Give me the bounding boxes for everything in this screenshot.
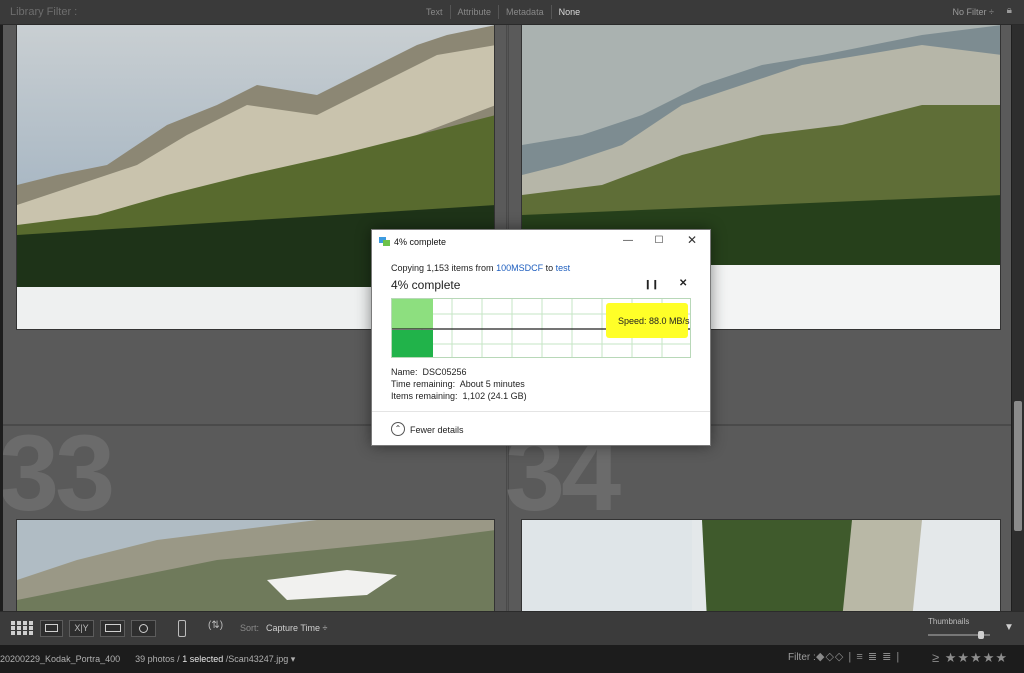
selected-count: 1 selected [182, 654, 224, 664]
people-view-button[interactable] [131, 620, 156, 637]
library-filter-title: Library Filter : [10, 6, 78, 18]
filter-preset-dropdown[interactable]: No Filter ÷ [953, 7, 994, 17]
items-remaining-value: 1,102 (24.1 GB) [462, 391, 527, 401]
spray-can-icon[interactable] [178, 620, 186, 637]
photo-thumbnail[interactable] [521, 519, 1001, 611]
grid-scrollbar[interactable] [1012, 25, 1024, 611]
to-text: to [545, 263, 554, 273]
photo-count: 39 photos / [135, 654, 180, 664]
sort-label: Sort: [240, 623, 260, 633]
destination-folder-link[interactable]: test [556, 263, 571, 273]
status-bar: 20200229_Kodak_Portra_400 39 photos / 1 … [0, 645, 1024, 673]
sort-direction-icon[interactable]: (⇅) [208, 620, 223, 631]
filter-tab-metadata[interactable]: Metadata [499, 5, 552, 19]
library-filter-bar: Library Filter : Text Attribute Metadata… [0, 0, 1024, 25]
photo-thumbnail[interactable] [16, 519, 495, 611]
cancel-copy-button[interactable]: ✕ [679, 278, 687, 289]
items-remaining-label: Items remaining: [391, 391, 458, 401]
flag-filter-icons[interactable]: ◆◇◇ | ≡ ≣ ≣ | [816, 650, 900, 663]
rating-comparator[interactable]: ≥ [932, 650, 940, 665]
lock-icon[interactable]: 🔒︎ [1007, 5, 1012, 16]
thumbnail-size-slider[interactable] [928, 631, 990, 639]
grid-view-icon[interactable] [11, 621, 33, 636]
filter-tabs: Text Attribute Metadata None [419, 5, 587, 19]
survey-view-icon [104, 624, 121, 632]
time-remaining-row: Time remaining: About 5 minutes [391, 379, 525, 389]
maximize-button[interactable]: ☐ [652, 235, 666, 246]
dialog-title: 4% complete [394, 237, 447, 247]
survey-view-button[interactable] [100, 620, 125, 637]
filter-tab-attribute[interactable]: Attribute [451, 5, 500, 19]
copy-progress-dialog: 4% complete — ☐ ✕ Copying 1,153 items fr… [371, 229, 711, 446]
thumbnails-label: Thumbnails [928, 617, 970, 626]
file-name-value: DSC05256 [422, 367, 467, 377]
filter-tab-text[interactable]: Text [419, 5, 451, 19]
close-button[interactable]: ✕ [685, 233, 699, 247]
file-name-row: Name: DSC05256 [391, 367, 467, 377]
slider-knob[interactable] [978, 631, 984, 639]
items-remaining-row: Items remaining: 1,102 (24.1 GB) [391, 391, 527, 401]
copy-summary: Copying 1,153 items from 100MSDCF to tes… [391, 263, 570, 273]
copy-folder-icon [379, 237, 390, 246]
time-remaining-label: Time remaining: [391, 379, 456, 389]
folder-name[interactable]: 20200229_Kodak_Portra_400 [0, 654, 120, 664]
percent-complete: 4% complete [391, 278, 461, 292]
rating-filter-stars[interactable]: ≥ ★★★★★ [932, 650, 1008, 666]
filter-label: Filter : [788, 652, 816, 663]
compare-view-button[interactable]: X|Y [69, 620, 94, 637]
time-remaining-value: About 5 minutes [459, 379, 525, 389]
grid-cell[interactable]: 34 [505, 412, 1011, 611]
fewer-details-button[interactable]: Fewer details [410, 425, 464, 435]
toolbar-menu-chevron-icon[interactable]: ▼ [1004, 622, 1014, 633]
sort-dropdown[interactable]: Capture Time ÷ [266, 623, 327, 633]
progress-fill-bottom [392, 330, 433, 357]
filter-tab-none[interactable]: None [552, 5, 588, 19]
face-icon [139, 624, 148, 633]
source-folder-link[interactable]: 100MSDCF [496, 263, 543, 273]
loupe-view-icon [45, 624, 58, 632]
cell-number: 33 [3, 412, 115, 533]
pause-button[interactable]: ❙❙ [644, 279, 659, 290]
scrollbar-thumb[interactable] [1014, 401, 1022, 531]
minimize-button[interactable]: — [621, 235, 635, 246]
breadcrumb[interactable]: 20200229_Kodak_Portra_400 39 photos / 1 … [0, 654, 295, 665]
dialog-divider [372, 411, 710, 412]
dialog-titlebar[interactable]: 4% complete — ☐ ✕ [372, 230, 710, 254]
selected-file[interactable]: /Scan43247.jpg ▾ [226, 654, 296, 664]
grid-cell[interactable]: 33 [3, 412, 507, 611]
copy-summary-text: Copying 1,153 items from [391, 263, 494, 273]
progress-fill-top [392, 299, 433, 329]
chevron-up-icon[interactable]: ⌃ [391, 422, 405, 436]
library-toolbar: X|Y (⇅) Sort: Capture Time ÷ Thumbnails … [0, 611, 1024, 645]
transfer-speed: Speed: 88.0 MB/s [618, 316, 690, 326]
loupe-view-button[interactable] [40, 620, 63, 637]
file-name-label: Name: [391, 367, 418, 377]
